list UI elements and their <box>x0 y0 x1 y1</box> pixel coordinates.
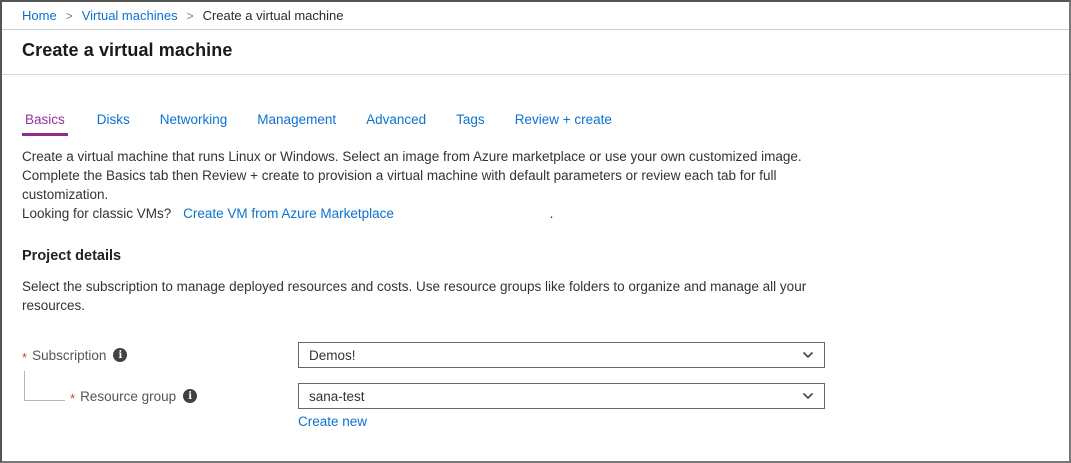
classic-vms-suffix: . <box>550 206 554 221</box>
title-section: Create a virtual machine <box>2 30 1069 74</box>
project-details-heading: Project details <box>22 248 1049 264</box>
subscription-label: Subscription <box>32 348 106 363</box>
tab-bar: Basics Disks Networking Management Advan… <box>22 112 1049 136</box>
tree-connector-line <box>24 371 65 401</box>
breadcrumb-current-page: Create a virtual machine <box>203 8 344 23</box>
classic-vms-line: Looking for classic VMs? Create VM from … <box>22 204 830 223</box>
tab-advanced[interactable]: Advanced <box>365 112 427 136</box>
resource-group-label: Resource group <box>80 389 176 404</box>
subscription-label-cell: * Subscription i <box>22 347 298 364</box>
create-vm-page: Home > Virtual machines > Create a virtu… <box>0 0 1071 463</box>
tab-networking[interactable]: Networking <box>159 112 229 136</box>
content-area: Basics Disks Networking Management Advan… <box>2 112 1069 429</box>
info-icon[interactable]: i <box>113 348 127 362</box>
chevron-down-icon <box>800 388 816 404</box>
chevron-down-icon <box>800 347 816 363</box>
info-icon[interactable]: i <box>183 389 197 403</box>
classic-vms-prompt: Looking for classic VMs? <box>22 206 171 221</box>
tab-management[interactable]: Management <box>256 112 337 136</box>
tab-disks[interactable]: Disks <box>96 112 131 136</box>
tab-basics[interactable]: Basics <box>22 112 68 136</box>
intro-text: Create a virtual machine that runs Linux… <box>22 147 1049 223</box>
tab-tags[interactable]: Tags <box>455 112 486 136</box>
breadcrumb-separator: > <box>66 9 73 23</box>
resource-group-selected-value: sana-test <box>309 389 800 404</box>
subscription-row: * Subscription i Demos! <box>22 342 1049 368</box>
create-vm-marketplace-link[interactable]: Create VM from Azure Marketplace <box>183 206 394 221</box>
required-asterisk: * <box>22 347 27 364</box>
project-details-form: * Subscription i Demos! * Resource group <box>22 342 1049 429</box>
tab-review-create[interactable]: Review + create <box>514 112 613 136</box>
resource-group-row: * Resource group i sana-test <box>22 383 1049 409</box>
breadcrumb-virtual-machines[interactable]: Virtual machines <box>82 8 178 23</box>
subscription-selected-value: Demos! <box>309 348 800 363</box>
create-new-link[interactable]: Create new <box>298 414 367 429</box>
breadcrumb: Home > Virtual machines > Create a virtu… <box>2 2 1069 30</box>
create-new-row: Create new <box>22 414 1049 429</box>
title-divider <box>2 74 1069 75</box>
intro-paragraph-2: Complete the Basics tab then Review + cr… <box>22 166 830 204</box>
project-details-description: Select the subscription to manage deploy… <box>22 277 830 315</box>
resource-group-label-cell: * Resource group i <box>22 388 298 405</box>
breadcrumb-separator: > <box>187 9 194 23</box>
breadcrumb-home[interactable]: Home <box>22 8 57 23</box>
intro-paragraph-1: Create a virtual machine that runs Linux… <box>22 147 830 166</box>
resource-group-dropdown[interactable]: sana-test <box>298 383 825 409</box>
page-title: Create a virtual machine <box>22 40 1049 61</box>
subscription-dropdown[interactable]: Demos! <box>298 342 825 368</box>
required-asterisk: * <box>70 388 75 405</box>
